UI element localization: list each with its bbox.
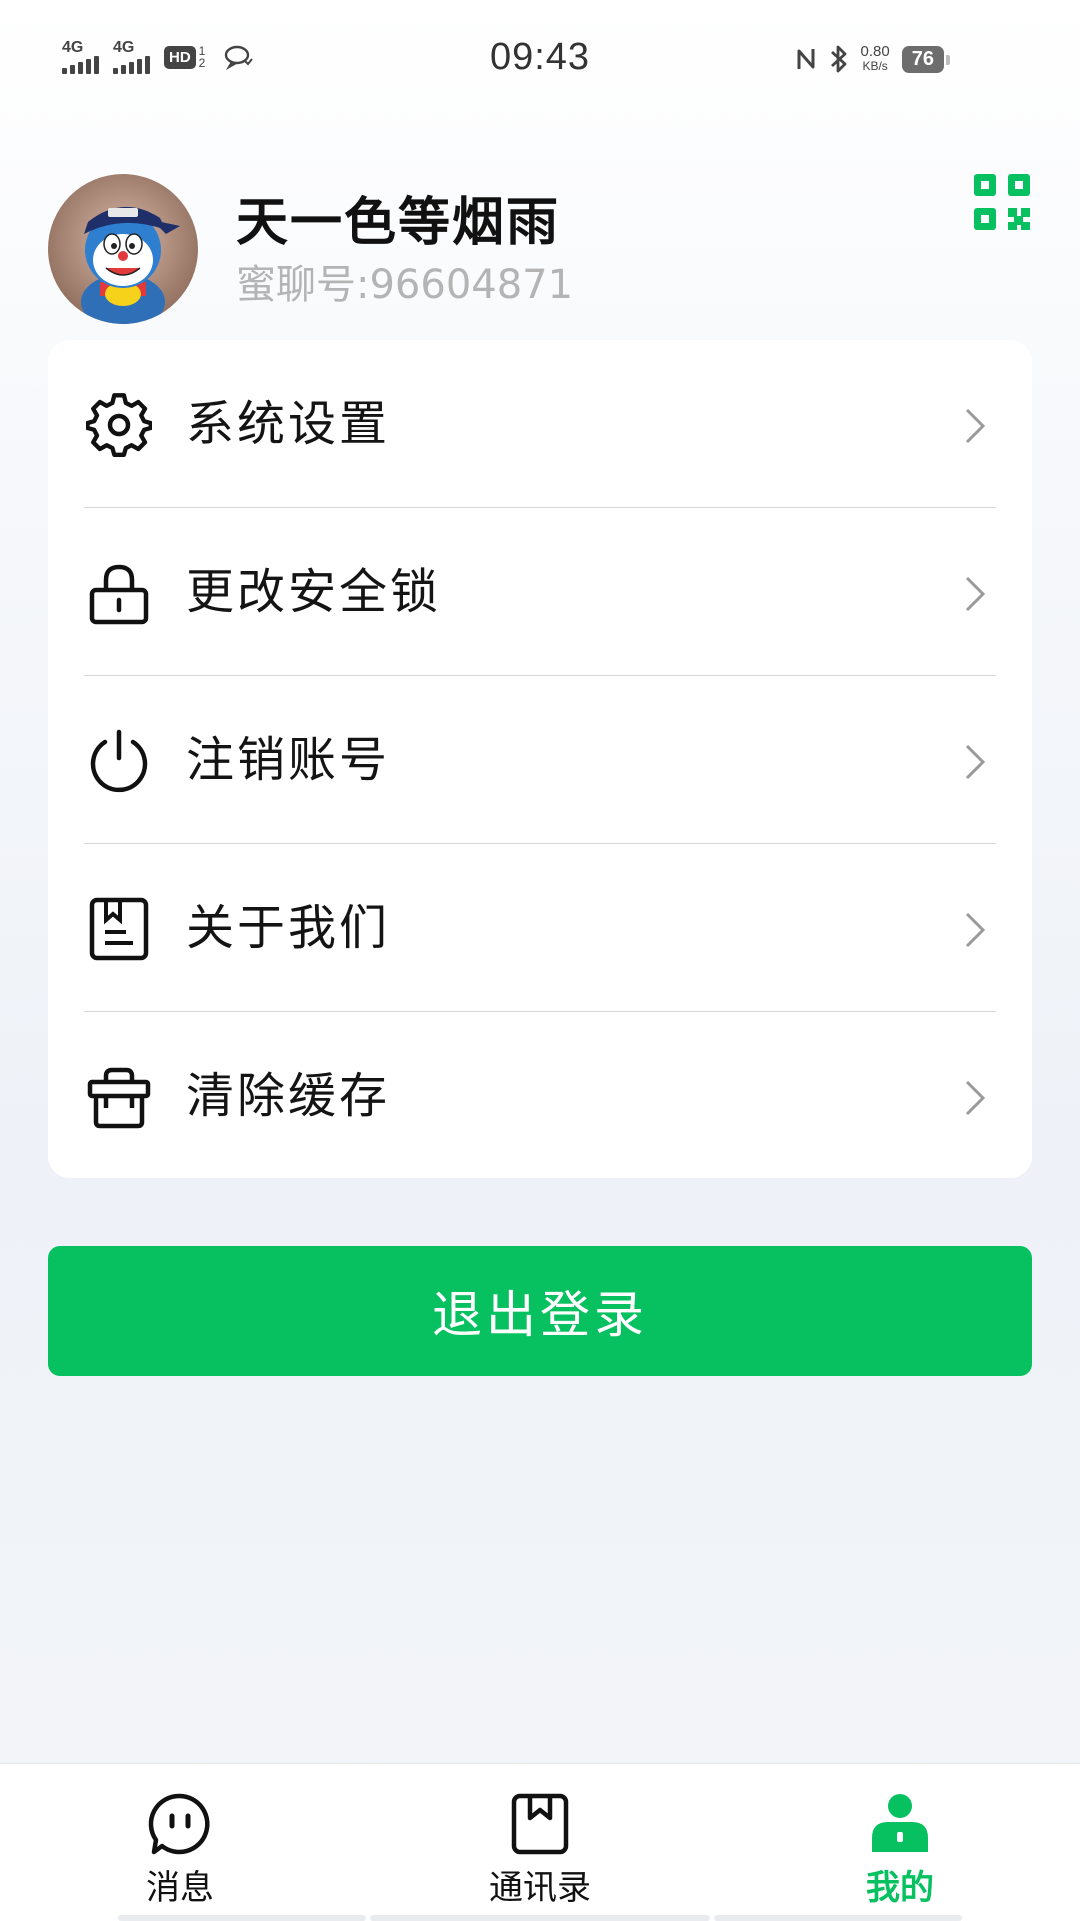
user-id: 蜜聊号:96604871: [236, 262, 574, 308]
tab-label: 通讯录: [489, 1868, 591, 1908]
status-right-group: 0.80 KB/s 76: [795, 44, 951, 74]
menu-item-clear-cache[interactable]: 清除缓存: [48, 1012, 1032, 1180]
logout-label: 退出登录: [432, 1286, 648, 1344]
menu-item-label: 关于我们: [186, 900, 391, 956]
tab-messages[interactable]: 消息: [80, 1764, 280, 1921]
chevron-right-icon: [962, 406, 988, 446]
chevron-right-icon: [962, 742, 988, 782]
status-bar: 4G 4G HD 1 2 09:43 0.80 KB/s 76: [0, 0, 1080, 120]
bluetooth-icon: [829, 44, 849, 74]
gesture-bar-segment: [714, 1915, 962, 1921]
chevron-right-icon: [962, 1078, 988, 1118]
user-icon: [868, 1792, 932, 1856]
menu-item-label: 更改安全锁: [186, 564, 442, 620]
chat-face-icon: [148, 1792, 212, 1856]
tab-label: 消息: [146, 1868, 214, 1908]
gesture-bar-segment: [370, 1915, 710, 1921]
menu-item-about-us[interactable]: 关于我们: [48, 844, 1032, 1012]
menu-item-label: 系统设置: [186, 396, 391, 452]
chevron-right-icon: [962, 910, 988, 950]
menu-item-label: 清除缓存: [186, 1068, 391, 1124]
basket-icon: [86, 1064, 152, 1130]
qr-code-icon[interactable]: [972, 172, 1032, 232]
avatar[interactable]: [48, 174, 198, 324]
tab-me[interactable]: 我的: [800, 1764, 1000, 1921]
logout-button[interactable]: 退出登录: [48, 1246, 1032, 1376]
menu-item-system-settings[interactable]: 系统设置: [48, 340, 1032, 508]
menu-item-deactivate-account[interactable]: 注销账号: [48, 676, 1032, 844]
power-icon: [86, 728, 152, 794]
bookmark-doc-icon: [86, 896, 152, 962]
menu-item-label: 注销账号: [186, 732, 391, 788]
tab-label: 我的: [866, 1868, 934, 1908]
contacts-book-icon: [508, 1792, 572, 1856]
battery-indicator: 76: [901, 45, 951, 73]
network-speed-unit: KB/s: [862, 59, 888, 73]
gear-icon: [85, 392, 153, 458]
settings-menu: 系统设置 更改安全锁 注销账号 关于我们 清除缓存: [48, 340, 1032, 1178]
network-speed-value: 0.80: [860, 43, 890, 60]
nfc-icon: [795, 45, 817, 73]
profile-header: 天一色等烟雨 蜜聊号:96604871: [48, 174, 1032, 324]
gesture-bar-segment: [118, 1915, 366, 1921]
network-speed: 0.80 KB/s: [861, 44, 890, 74]
lock-icon: [86, 560, 152, 626]
menu-item-change-security-lock[interactable]: 更改安全锁: [48, 508, 1032, 676]
chevron-right-icon: [962, 574, 988, 614]
user-name: 天一色等烟雨: [236, 193, 561, 253]
tab-contacts[interactable]: 通讯录: [440, 1764, 640, 1921]
bottom-tab-bar: 消息 通讯录 我的: [0, 1763, 1080, 1921]
